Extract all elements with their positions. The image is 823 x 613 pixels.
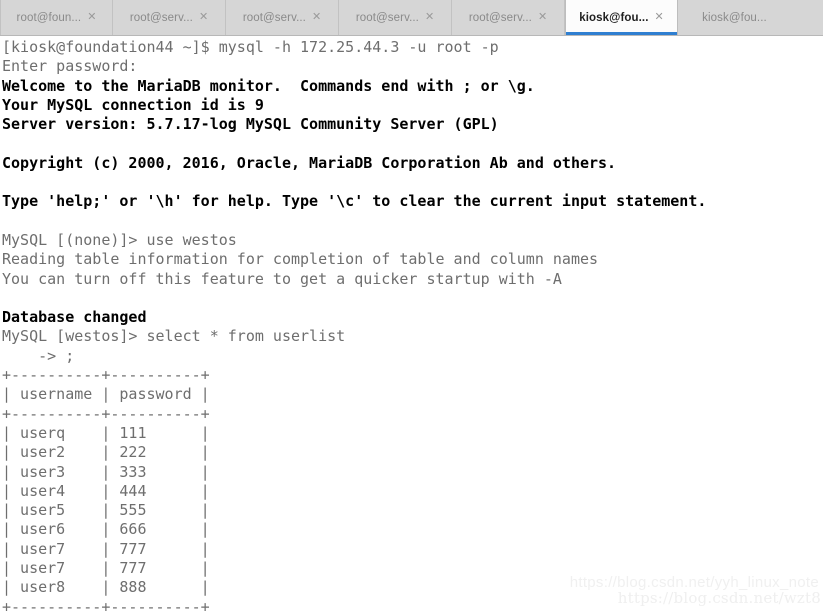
tab-close-icon[interactable]: ✕ — [655, 12, 664, 23]
tab-label: root@serv... — [355, 11, 419, 24]
terminal-line: | user7 | 777 | — [2, 559, 210, 578]
tab-close-icon[interactable]: ✕ — [199, 12, 208, 23]
tab-4[interactable]: root@serv... ✕ — [452, 0, 565, 35]
tab-label: root@foun... — [16, 11, 82, 24]
terminal-line: Type 'help;' or '\h' for help. Type '\c'… — [2, 192, 707, 211]
tab-close-icon[interactable]: ✕ — [538, 12, 547, 23]
terminal-line: MySQL [(none)]> use westos — [2, 230, 237, 249]
terminal-line: You can turn off this feature to get a q… — [2, 269, 562, 288]
terminal-line: -> ; — [2, 346, 75, 365]
tab-5-active[interactable]: kiosk@fou... ✕ — [565, 0, 678, 35]
terminal-line: | user5 | 555 | — [2, 501, 210, 520]
terminal-output-area[interactable]: [kiosk@foundation44 ~]$ mysql -h 172.25.… — [0, 36, 823, 613]
tab-close-icon[interactable]: ✕ — [312, 12, 321, 23]
tab-6[interactable]: kiosk@fou... — [678, 0, 791, 35]
tab-1[interactable]: root@serv... ✕ — [113, 0, 226, 35]
terminal-line: [kiosk@foundation44 ~]$ mysql -h 172.25.… — [2, 38, 499, 56]
terminal-line: Reading table information for completion… — [2, 250, 599, 269]
terminal-line: | user2 | 222 | — [2, 443, 210, 462]
terminal-line: | user4 | 444 | — [2, 481, 210, 500]
tab-0[interactable]: root@foun... ✕ — [0, 0, 113, 35]
terminal-line: | username | password | — [2, 385, 210, 404]
terminal-line: | user7 | 777 | — [2, 539, 210, 558]
tab-bar: root@foun... ✕ root@serv... ✕ root@serv... ✕ r… — [0, 0, 823, 36]
terminal-line: Server version: 5.7.17-log MySQL Communi… — [2, 115, 499, 134]
tab-label: root@serv... — [242, 11, 306, 24]
terminal-line: Welcome to the MariaDB monitor. Commands… — [2, 76, 535, 95]
tab-3[interactable]: root@serv... ✕ — [339, 0, 452, 35]
terminal-line: +----------+----------+ — [2, 597, 210, 613]
tab-label: kiosk@fou... — [702, 11, 767, 24]
tab-close-icon[interactable]: ✕ — [425, 12, 434, 23]
terminal-line: | userq | 111 | — [2, 423, 210, 442]
tab-close-icon[interactable]: ✕ — [87, 12, 96, 23]
tab-2[interactable]: root@serv... ✕ — [226, 0, 339, 35]
terminal-line: Database changed — [2, 308, 147, 327]
terminal-line: | user8 | 888 | — [2, 578, 210, 597]
tab-label: root@serv... — [129, 11, 193, 24]
terminal-line: +----------+----------+ — [2, 366, 210, 385]
tab-label: kiosk@fou... — [579, 11, 649, 24]
terminal-line: Enter password: — [2, 57, 138, 76]
tab-label: root@serv... — [468, 11, 532, 24]
terminal-line: | user3 | 333 | — [2, 462, 210, 481]
terminal-line: Your MySQL connection id is 9 — [2, 95, 264, 114]
terminal-lines: [kiosk@foundation44 ~]$ mysql -h 172.25.… — [2, 38, 823, 613]
terminal-line: MySQL [westos]> select * from userlist — [2, 327, 346, 346]
terminal-line: | user6 | 666 | — [2, 520, 210, 539]
terminal-line: Copyright (c) 2000, 2016, Oracle, MariaD… — [2, 153, 617, 172]
terminal-line: +----------+----------+ — [2, 404, 210, 423]
